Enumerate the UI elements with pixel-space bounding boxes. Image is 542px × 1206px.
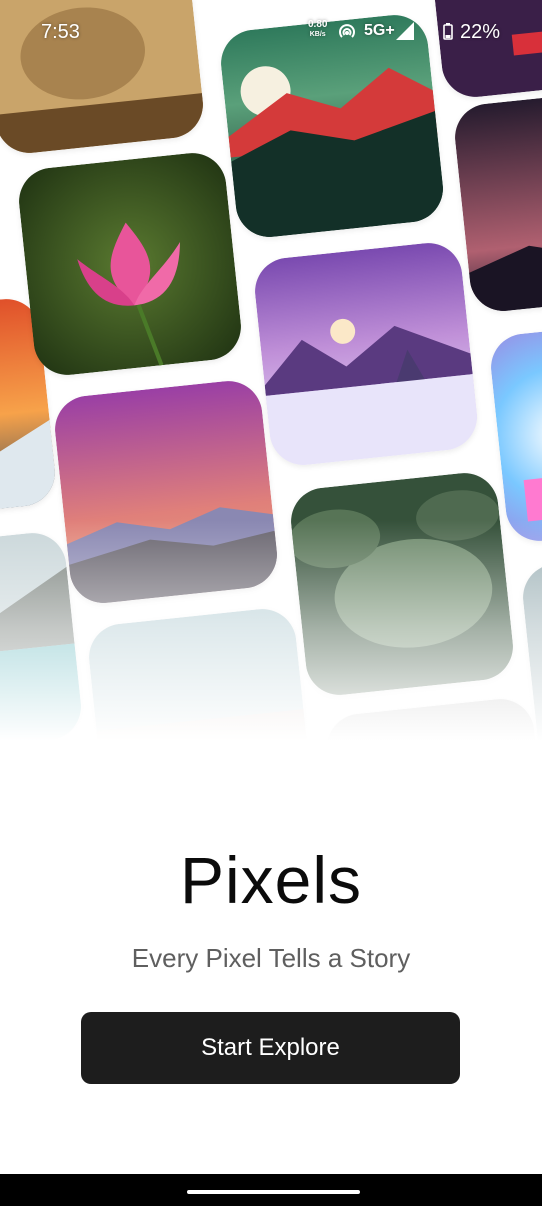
wallpaper-tile-monstera — [287, 469, 517, 699]
wallpaper-tile-misty-landscape — [85, 605, 315, 760]
app-title: Pixels — [179, 843, 363, 917]
hotspot-icon — [339, 24, 355, 38]
network-speed-value: 0.80 — [308, 19, 328, 30]
network-type: 5G+ — [364, 22, 395, 39]
wallpaper-tile-bottom-hidden — [323, 695, 542, 760]
system-nav-bar — [0, 1174, 542, 1206]
network-speed-unit: KB/s — [309, 31, 326, 38]
signal-strength-icon — [396, 22, 414, 40]
wallpaper-tile-night-sky — [451, 85, 542, 315]
network-speed: 0.80 KB/s — [308, 20, 327, 40]
battery-icon — [443, 23, 453, 40]
battery-percentage: 22% — [460, 21, 501, 43]
app-tagline: Every Pixel Tells a Story — [131, 943, 411, 973]
status-time: 7:53 — [41, 21, 80, 43]
wallpaper-collage — [0, 0, 542, 760]
wallpaper-tile-purple-gradient — [51, 377, 281, 607]
home-gesture-handle[interactable] — [187, 1190, 360, 1194]
wallpaper-tile-pink-lotus — [15, 149, 245, 379]
start-explore-button[interactable]: Start Explore — [81, 1012, 460, 1084]
wallpaper-tile-purple-snow — [251, 239, 481, 469]
status-bar: 7:53 0.80 KB/s 5G+ 22% — [0, 0, 542, 64]
